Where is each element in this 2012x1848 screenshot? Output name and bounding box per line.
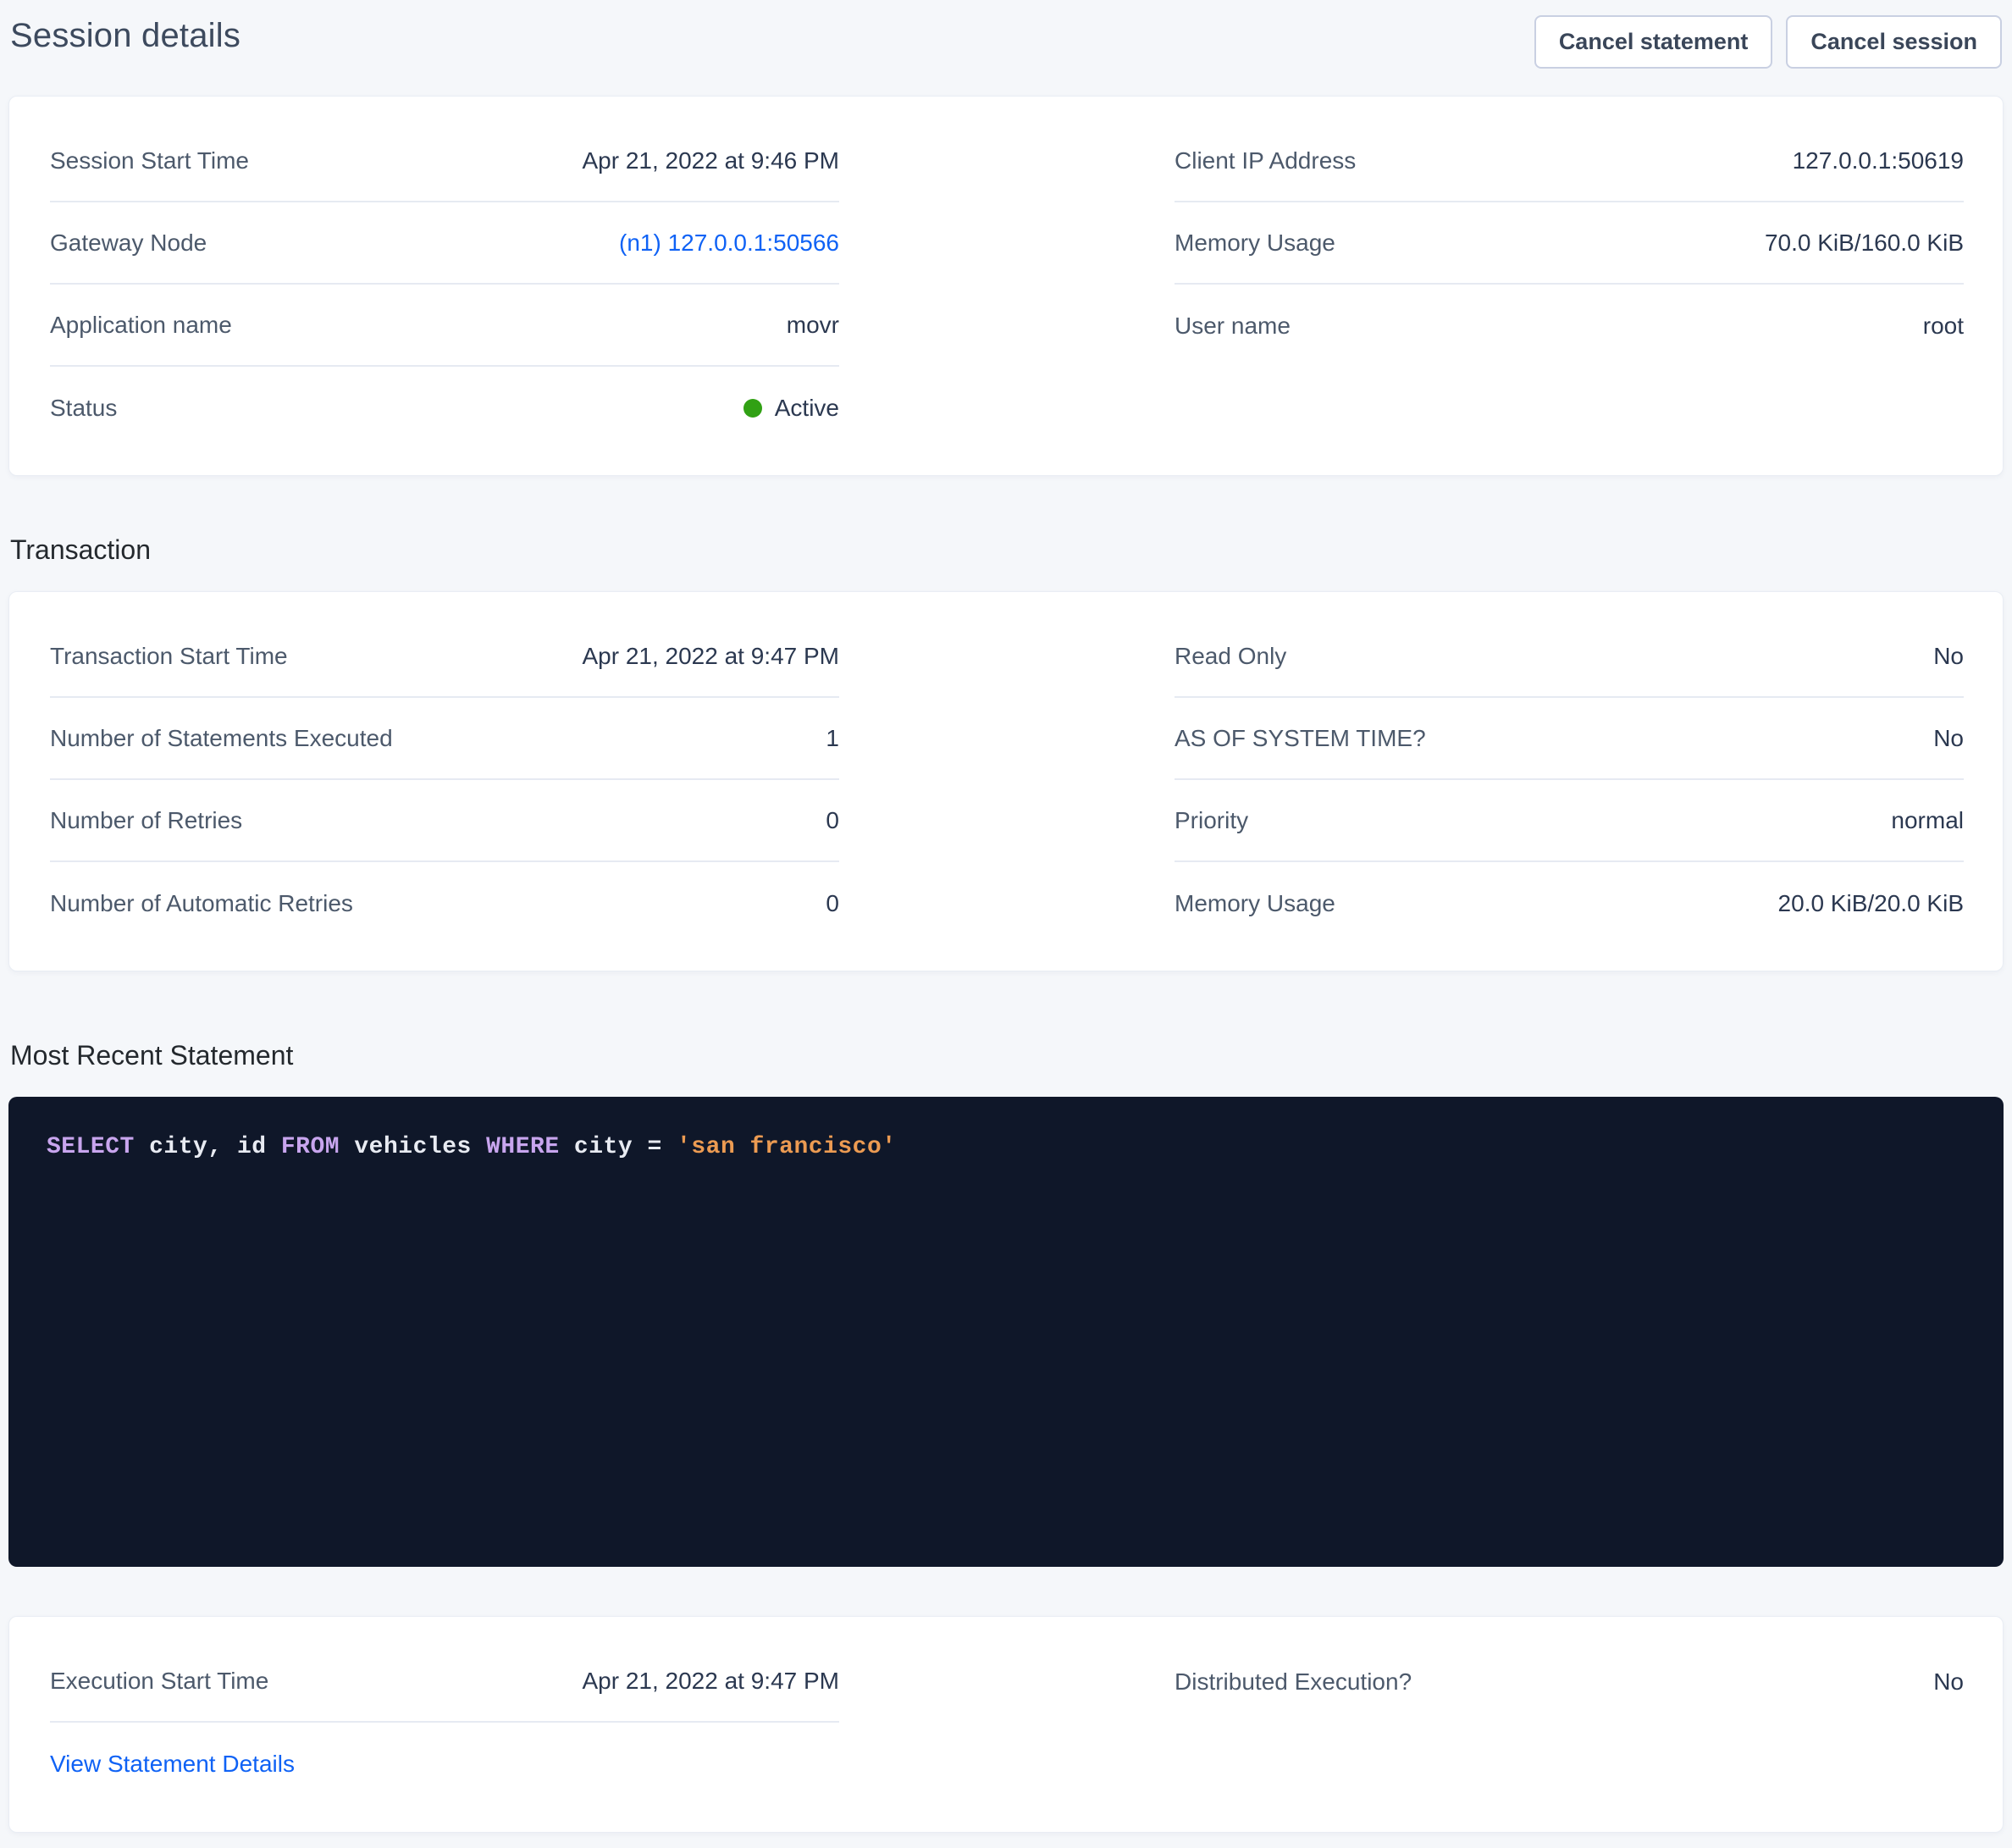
transaction-start-time-label: Transaction Start Time — [50, 643, 288, 670]
execution-start-time-label: Execution Start Time — [50, 1668, 268, 1695]
automatic-retries-row: Number of Automatic Retries 0 — [50, 862, 839, 944]
sql-statement-text: SELECT city, id FROM vehicles WHERE city… — [47, 1131, 1965, 1165]
execution-right-column: Distributed Execution? No — [1175, 1641, 1964, 1805]
view-statement-details-link[interactable]: View Statement Details — [50, 1751, 295, 1778]
gateway-node-label: Gateway Node — [50, 230, 207, 257]
read-only-label: Read Only — [1175, 643, 1286, 670]
session-memory-usage-row: Memory Usage 70.0 KiB/160.0 KiB — [1175, 202, 1964, 285]
sql-plain-table: vehicles — [340, 1134, 486, 1160]
transaction-memory-usage-value: 20.0 KiB/20.0 KiB — [1778, 890, 1964, 917]
distributed-execution-value: No — [1933, 1668, 1964, 1696]
sql-keyword-where: WHERE — [486, 1134, 560, 1160]
transaction-left-column: Transaction Start Time Apr 21, 2022 at 9… — [50, 616, 839, 944]
retries-value: 0 — [826, 807, 839, 834]
status-value: Active — [743, 395, 839, 422]
session-start-time-row: Session Start Time Apr 21, 2022 at 9:46 … — [50, 120, 839, 202]
statements-executed-label: Number of Statements Executed — [50, 725, 393, 752]
execution-start-time-value: Apr 21, 2022 at 9:47 PM — [582, 1668, 839, 1695]
sql-keyword-from: FROM — [281, 1134, 340, 1160]
cancel-session-button[interactable]: Cancel session — [1786, 15, 2002, 69]
automatic-retries-label: Number of Automatic Retries — [50, 890, 353, 917]
priority-value: normal — [1891, 807, 1964, 834]
session-start-time-value: Apr 21, 2022 at 9:46 PM — [582, 147, 839, 174]
application-name-row: Application name movr — [50, 285, 839, 367]
transaction-right-column: Read Only No AS OF SYSTEM TIME? No Prior… — [1175, 616, 1964, 944]
statements-executed-row: Number of Statements Executed 1 — [50, 698, 839, 780]
header-actions: Cancel statement Cancel session — [1534, 15, 2002, 69]
retries-row: Number of Retries 0 — [50, 780, 839, 862]
session-details-page: Session details Cancel statement Cancel … — [0, 0, 2012, 1848]
page-header: Session details Cancel statement Cancel … — [0, 0, 2012, 96]
transaction-memory-usage-row: Memory Usage 20.0 KiB/20.0 KiB — [1175, 862, 1964, 944]
session-summary-columns: Session Start Time Apr 21, 2022 at 9:46 … — [9, 97, 2003, 475]
statement-section-heading: Most Recent Statement — [10, 1036, 2002, 1075]
transaction-memory-usage-label: Memory Usage — [1175, 890, 1335, 917]
user-name-label: User name — [1175, 313, 1291, 340]
as-of-system-time-label: AS OF SYSTEM TIME? — [1175, 725, 1426, 752]
priority-row: Priority normal — [1175, 780, 1964, 862]
user-name-value: root — [1923, 313, 1964, 340]
as-of-system-time-row: AS OF SYSTEM TIME? No — [1175, 698, 1964, 780]
user-name-row: User name root — [1175, 285, 1964, 367]
sql-plain-columns: city, id — [135, 1134, 281, 1160]
cancel-statement-button[interactable]: Cancel statement — [1534, 15, 1773, 69]
application-name-value: movr — [787, 312, 839, 339]
client-ip-value: 127.0.0.1:50619 — [1793, 147, 1964, 174]
status-text: Active — [775, 395, 839, 422]
distributed-execution-label: Distributed Execution? — [1175, 1668, 1412, 1696]
view-statement-details-row: View Statement Details — [50, 1723, 839, 1805]
session-summary-card: Session Start Time Apr 21, 2022 at 9:46 … — [8, 96, 2004, 476]
session-memory-usage-label: Memory Usage — [1175, 230, 1335, 257]
automatic-retries-value: 0 — [826, 890, 839, 917]
transaction-columns: Transaction Start Time Apr 21, 2022 at 9… — [9, 592, 2003, 971]
execution-columns: Execution Start Time Apr 21, 2022 at 9:4… — [9, 1617, 2003, 1832]
sql-plain-predicate: city = — [560, 1134, 677, 1160]
session-summary-right-column: Client IP Address 127.0.0.1:50619 Memory… — [1175, 120, 1964, 449]
statements-executed-value: 1 — [826, 725, 839, 752]
read-only-value: No — [1933, 643, 1964, 670]
as-of-system-time-value: No — [1933, 725, 1964, 752]
transaction-start-time-row: Transaction Start Time Apr 21, 2022 at 9… — [50, 616, 839, 698]
active-status-dot-icon — [743, 399, 762, 418]
sql-string-literal: 'san francisco' — [677, 1134, 897, 1160]
transaction-start-time-value: Apr 21, 2022 at 9:47 PM — [582, 643, 839, 670]
session-summary-left-column: Session Start Time Apr 21, 2022 at 9:46 … — [50, 120, 839, 449]
application-name-label: Application name — [50, 312, 232, 339]
session-start-time-label: Session Start Time — [50, 147, 249, 174]
sql-keyword-select: SELECT — [47, 1134, 135, 1160]
execution-card: Execution Start Time Apr 21, 2022 at 9:4… — [8, 1616, 2004, 1833]
execution-start-time-row: Execution Start Time Apr 21, 2022 at 9:4… — [50, 1641, 839, 1723]
gateway-node-row: Gateway Node (n1) 127.0.0.1:50566 — [50, 202, 839, 285]
session-memory-usage-value: 70.0 KiB/160.0 KiB — [1765, 230, 1964, 257]
sql-statement-box: SELECT city, id FROM vehicles WHERE city… — [8, 1097, 2004, 1567]
priority-label: Priority — [1175, 807, 1248, 834]
execution-left-column: Execution Start Time Apr 21, 2022 at 9:4… — [50, 1641, 839, 1805]
client-ip-row: Client IP Address 127.0.0.1:50619 — [1175, 120, 1964, 202]
retries-label: Number of Retries — [50, 807, 242, 834]
status-row: Status Active — [50, 367, 839, 449]
transaction-section-heading: Transaction — [10, 530, 2002, 569]
distributed-execution-row: Distributed Execution? No — [1175, 1641, 1964, 1723]
transaction-card: Transaction Start Time Apr 21, 2022 at 9… — [8, 591, 2004, 971]
status-label: Status — [50, 395, 117, 422]
read-only-row: Read Only No — [1175, 616, 1964, 698]
gateway-node-link[interactable]: (n1) 127.0.0.1:50566 — [619, 230, 839, 257]
client-ip-label: Client IP Address — [1175, 147, 1356, 174]
